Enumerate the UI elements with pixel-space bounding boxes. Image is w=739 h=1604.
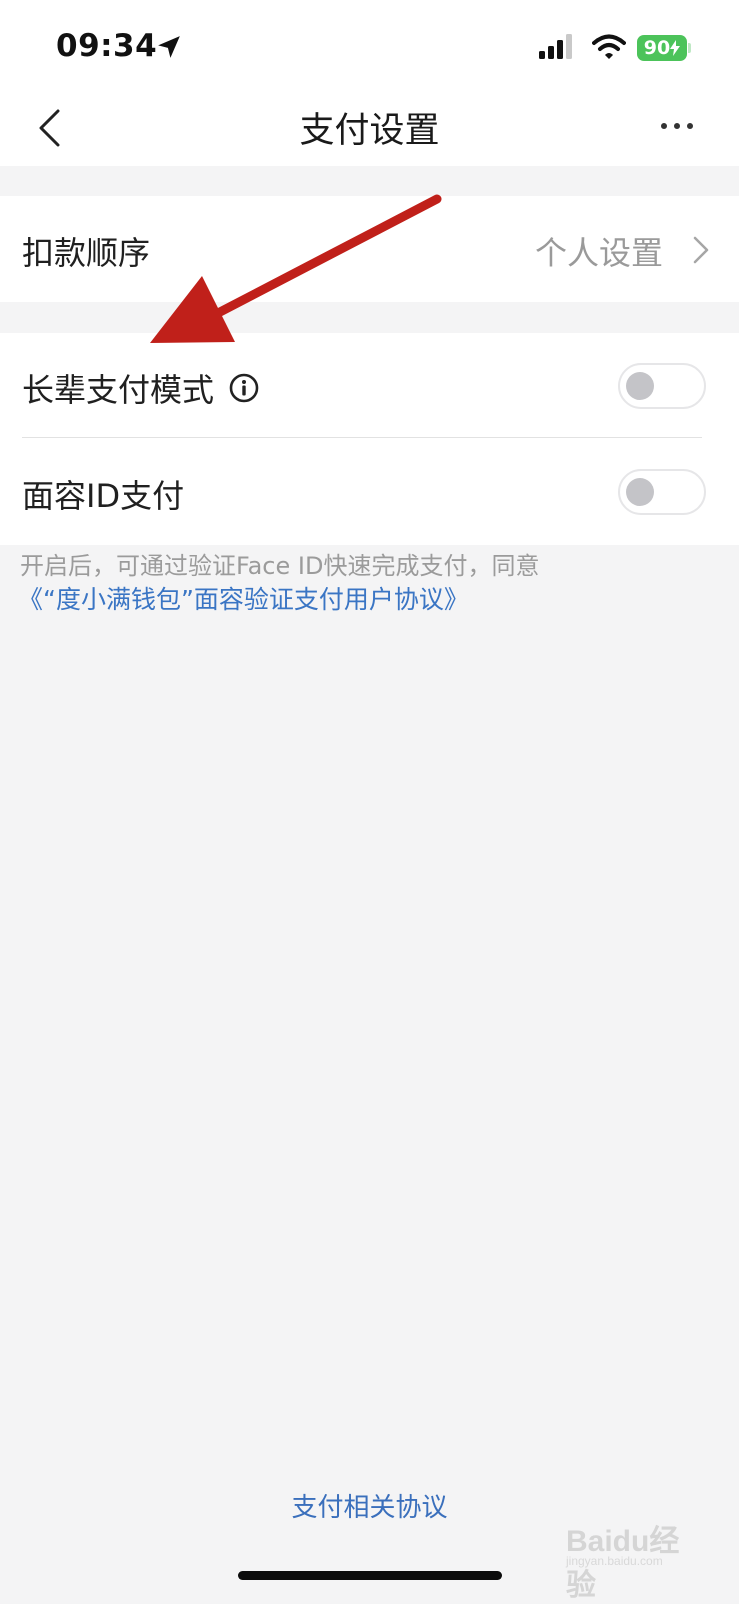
page-title: 支付设置 — [299, 111, 440, 151]
toggle-knob — [626, 478, 654, 506]
home-indicator[interactable] — [238, 1571, 502, 1580]
status-bar: 09:34 90 — [0, 0, 739, 90]
wifi-icon — [592, 34, 626, 59]
row-divider — [22, 437, 702, 438]
more-horizontal-icon[interactable] — [660, 120, 694, 132]
bolt-icon — [670, 40, 681, 56]
battery-charging-icon: 90 — [637, 35, 687, 61]
face-id-agreement-link[interactable]: 《“度小满钱包”面容验证支付用户协议》 — [18, 583, 469, 617]
payment-mode-section: 长辈支付模式 面容ID支付 — [0, 333, 739, 545]
watermark-domain: jingyan.baidu.com — [566, 1554, 663, 1568]
toggle-knob — [626, 372, 654, 400]
deduction-order-value: 个人设置 — [534, 234, 663, 272]
deduction-order-row[interactable]: 扣款顺序 个人设置 — [0, 196, 739, 302]
face-id-label: 面容ID支付 — [22, 477, 185, 515]
deduction-order-label: 扣款顺序 — [22, 234, 151, 272]
elder-mode-label: 长辈支付模式 — [22, 371, 215, 409]
face-id-hint: 开启后，可通过验证Face ID快速完成支付，同意 — [20, 552, 540, 580]
signal-icon — [539, 34, 572, 59]
location-arrow-icon — [158, 36, 180, 58]
status-time: 09:34 — [56, 28, 158, 64]
elder-mode-toggle[interactable] — [618, 363, 706, 409]
baidu-watermark: Baidu经验 jingyan.baidu.com — [566, 1508, 706, 1602]
battery-cap — [688, 43, 691, 53]
chevron-right-icon — [693, 236, 709, 264]
nav-bar: 支付设置 — [0, 90, 739, 166]
face-id-toggle[interactable] — [618, 469, 706, 515]
info-circle-icon[interactable] — [229, 373, 259, 403]
battery-level: 90 — [643, 37, 671, 59]
